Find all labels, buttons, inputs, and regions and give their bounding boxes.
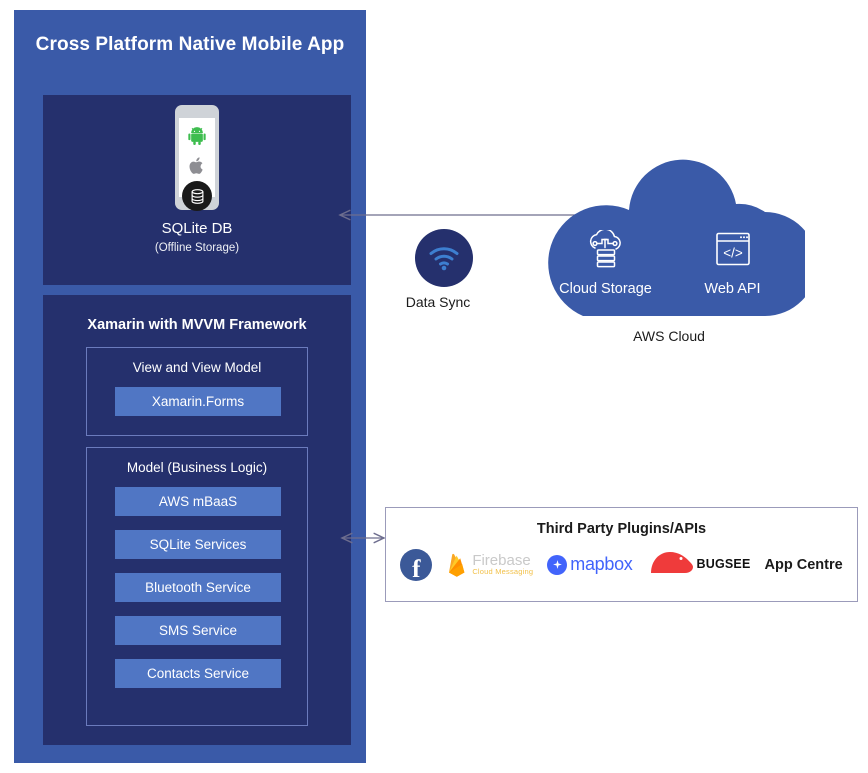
aws-cloud-caption: AWS Cloud: [633, 328, 705, 344]
facebook-logo[interactable]: f: [400, 548, 433, 582]
firebase-text: Firebase Cloud Messaging: [472, 551, 534, 577]
mapbox-logo[interactable]: mapbox: [547, 554, 633, 575]
model-box-title: Model (Business Logic): [126, 460, 268, 475]
web-api-item: </> Web API: [685, 230, 780, 297]
firebase-logo[interactable]: Firebase Cloud Messaging: [446, 552, 533, 578]
bugsee-wordmark: BUGSEE: [696, 556, 751, 571]
firebase-icon: [449, 553, 465, 577]
view-box-items: Xamarin.Forms: [115, 387, 281, 416]
app-centre-logo[interactable]: App Centre: [765, 557, 843, 573]
xamarin-framework-panel: Xamarin with MVVM Framework View and Vie…: [43, 295, 351, 745]
plugins-panel-title: Third Party Plugins/APIs: [536, 521, 707, 537]
database-stack-icon: [182, 181, 212, 211]
offline-storage-sublabel: (Offline Storage): [154, 242, 240, 254]
bugsee-icon: [647, 548, 697, 581]
sqlite-db-label: SQLite DB: [161, 220, 233, 237]
apple-logo-icon: [179, 156, 215, 181]
device-sqlite-panel: SQLite DB (Offline Storage): [43, 95, 351, 285]
chip-sms-service[interactable]: SMS Service: [115, 616, 281, 645]
cloud-storage-label: Cloud Storage: [559, 281, 652, 297]
plugins-logo-row: f Firebase Cloud Messaging mapbox BUGSEE…: [386, 548, 857, 582]
chip-contacts-service[interactable]: Contacts Service: [115, 659, 281, 688]
mapbox-icon: [547, 554, 568, 575]
framework-title: Xamarin with MVVM Framework: [87, 317, 307, 333]
model-box-items: AWS mBaaS SQLite Services Bluetooth Serv…: [115, 487, 281, 688]
cloud-storage-icon: [589, 228, 621, 268]
view-box-title: View and View Model: [132, 360, 262, 375]
cloud-storage-item: Cloud Storage: [558, 228, 653, 297]
wifi-icon: [415, 229, 473, 287]
code-window-icon: </>: [715, 232, 750, 266]
chip-xamarin-forms[interactable]: Xamarin.Forms: [115, 387, 281, 416]
app-panel-title: Cross Platform Native Mobile App: [35, 34, 345, 55]
model-business-logic-box: Model (Business Logic) AWS mBaaS SQLite …: [86, 447, 308, 726]
android-robot-icon: [179, 126, 215, 151]
firebase-sublabel: Cloud Messaging: [472, 567, 534, 577]
app-centre-label: App Centre: [764, 556, 843, 573]
mapbox-wordmark: mapbox: [570, 554, 633, 574]
chip-sqlite-services[interactable]: SQLite Services: [115, 530, 281, 559]
facebook-icon: f: [400, 548, 433, 582]
third-party-plugins-panel: Third Party Plugins/APIs f Firebase Clou…: [385, 507, 858, 602]
data-sync-node: Data Sync: [406, 229, 477, 310]
web-api-label: Web API: [704, 281, 761, 297]
firebase-name: Firebase: [472, 551, 531, 569]
panel-connector: [192, 285, 202, 295]
cloud-items: Cloud Storage </> Web API: [533, 228, 805, 297]
svg-text:</>: </>: [723, 246, 743, 261]
view-and-viewmodel-box: View and View Model Xamarin.Forms: [86, 347, 308, 436]
chip-bluetooth-service[interactable]: Bluetooth Service: [115, 573, 281, 602]
bugsee-logo[interactable]: BUGSEE: [647, 548, 751, 581]
plugins-arrow: [336, 530, 392, 548]
cross-platform-app-panel: Cross Platform Native Mobile App SQLite …: [14, 10, 366, 763]
aws-cloud-node: Cloud Storage </> Web API AWS Cloud: [533, 150, 805, 355]
data-sync-label: Data Sync: [405, 294, 471, 310]
chip-aws-mbaas[interactable]: AWS mBaaS: [115, 487, 281, 516]
